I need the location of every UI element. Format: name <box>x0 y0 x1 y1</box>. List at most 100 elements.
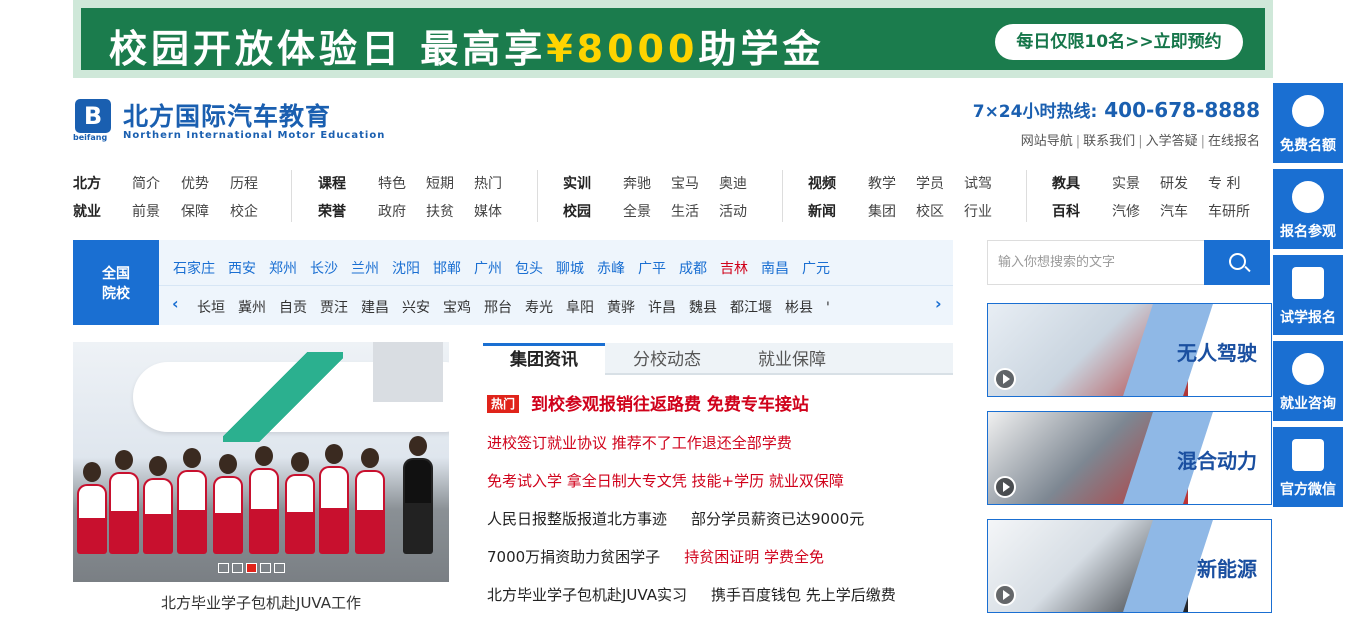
city-link[interactable]: 自贡 <box>279 300 307 316</box>
city-link[interactable]: 聊城 <box>556 261 584 277</box>
nav-item[interactable]: 热门 <box>474 176 502 192</box>
nav-item[interactable]: 集团 <box>868 204 916 220</box>
city-link[interactable]: 石家庄 <box>173 261 215 277</box>
news-item-tail[interactable]: 持贫困证明 学费全免 <box>684 548 824 566</box>
photo-caption[interactable]: 北方毕业学子包机赴JUVA工作 <box>73 592 449 613</box>
nav-item[interactable]: 实景 <box>1112 176 1160 192</box>
city-link[interactable]: 贾汪 <box>320 300 348 316</box>
feature-card-new-energy[interactable]: 新能源 <box>987 519 1272 613</box>
nav-item[interactable]: 奥迪 <box>719 176 747 192</box>
nav-item[interactable]: 媒体 <box>474 204 502 220</box>
search-button[interactable] <box>1204 240 1270 285</box>
news-item-tail[interactable]: 部分学员薪资已达9000元 <box>691 510 864 528</box>
city-link[interactable]: 建昌 <box>361 300 389 316</box>
nav-item[interactable]: 扶贫 <box>426 204 474 220</box>
news-item[interactable]: 7000万捐资助力贫困学子 持贫困证明 学费全免 <box>487 546 957 584</box>
nav-item[interactable]: 车研所 <box>1208 204 1250 220</box>
nav-item[interactable]: 特色 <box>378 176 426 192</box>
city-link[interactable]: 广元 <box>802 261 830 277</box>
nav-item[interactable]: 校区 <box>916 204 964 220</box>
tab-group-news[interactable]: 集团资讯 <box>483 343 605 375</box>
chevron-left-icon[interactable]: ‹ <box>172 294 179 313</box>
nav-head[interactable]: 就业 <box>73 204 132 220</box>
search-input[interactable]: 输入你想搜索的文字 <box>987 240 1204 285</box>
nav-item[interactable]: 行业 <box>964 204 992 220</box>
nav-item[interactable]: 简介 <box>132 176 181 192</box>
play-icon[interactable] <box>994 368 1016 390</box>
city-link[interactable]: 阜阳 <box>566 300 594 316</box>
city-link[interactable]: 邯郸 <box>433 261 461 277</box>
sidebar-free-quota-button[interactable]: 免费名额 <box>1273 83 1343 163</box>
nav-head[interactable]: 荣誉 <box>318 204 378 220</box>
nav-head[interactable]: 新闻 <box>808 204 868 220</box>
city-link[interactable]: 都江堰 <box>730 300 772 316</box>
city-link[interactable]: 郑州 <box>269 261 297 277</box>
sidebar-visit-button[interactable]: 报名参观 <box>1273 169 1343 249</box>
news-item[interactable]: 免考试入学 拿全日制大专文凭 技能+学历 就业双保障 <box>487 470 957 508</box>
nav-item[interactable]: 保障 <box>181 204 230 220</box>
news-item-tail[interactable]: 携手百度钱包 先上学后缴费 <box>711 586 896 604</box>
carousel-dot[interactable] <box>218 563 229 573</box>
toplink-contact[interactable]: 联系我们 <box>1083 134 1135 149</box>
carousel-dot[interactable] <box>232 563 243 573</box>
feature-card-hybrid[interactable]: 混合动力 <box>987 411 1272 505</box>
nav-head[interactable]: 实训 <box>563 176 623 192</box>
nav-item[interactable]: 历程 <box>230 176 258 192</box>
nav-item[interactable]: 前景 <box>132 204 181 220</box>
nav-item[interactable]: 校企 <box>230 204 258 220</box>
nav-item[interactable]: 专 利 <box>1208 176 1240 192</box>
hotline-number[interactable]: 400-678-8888 <box>1104 98 1260 122</box>
city-link[interactable]: 黄骅 <box>607 300 635 316</box>
city-link[interactable]: 广平 <box>638 261 666 277</box>
tab-branch-news[interactable]: 分校动态 <box>633 343 701 375</box>
city-link[interactable]: 长沙 <box>310 261 338 277</box>
news-item[interactable]: 北方毕业学子包机赴JUVA实习 携手百度钱包 先上学后缴费 <box>487 584 957 620</box>
city-link[interactable]: 兴安 <box>402 300 430 316</box>
city-link[interactable]: 赤峰 <box>597 261 625 277</box>
nav-item[interactable]: 奔驰 <box>623 176 671 192</box>
city-link[interactable]: 长垣 <box>197 300 225 316</box>
feature-card-autonomous[interactable]: 无人驾驶 <box>987 303 1272 397</box>
nav-item[interactable]: 活动 <box>719 204 747 220</box>
news-item[interactable]: 进校签订就业协议 推荐不了工作退还全部学费 <box>487 432 957 470</box>
promo-banner[interactable]: 校园开放体验日 最高享¥8000助学金 每日仅限10名>>立即预约 <box>73 0 1273 78</box>
city-link[interactable]: 广州 <box>474 261 502 277</box>
city-link[interactable]: 吉林 <box>720 261 748 277</box>
nav-item[interactable]: 全景 <box>623 204 671 220</box>
nav-item[interactable]: 短期 <box>426 176 474 192</box>
nav-head[interactable]: 课程 <box>318 176 378 192</box>
city-link[interactable]: 兰州 <box>351 261 379 277</box>
sidebar-wechat-button[interactable]: 官方微信 <box>1273 427 1343 507</box>
tab-employment[interactable]: 就业保障 <box>758 343 826 375</box>
city-link[interactable]: 西安 <box>228 261 256 277</box>
city-link[interactable]: 成都 <box>679 261 707 277</box>
city-link[interactable]: ' <box>826 300 830 316</box>
site-logo[interactable]: B beifang 北方国际汽车教育 Northern Internationa… <box>73 97 384 145</box>
sidebar-trial-button[interactable]: 试学报名 <box>1273 255 1343 335</box>
city-link[interactable]: 包头 <box>515 261 543 277</box>
city-link[interactable]: 南昌 <box>761 261 789 277</box>
toplink-apply[interactable]: 在线报名 <box>1208 134 1260 149</box>
nav-item[interactable]: 生活 <box>671 204 719 220</box>
nav-item[interactable]: 汽车 <box>1160 204 1208 220</box>
play-icon[interactable] <box>994 584 1016 606</box>
nav-item[interactable]: 优势 <box>181 176 230 192</box>
toplink-faq[interactable]: 入学答疑 <box>1146 134 1198 149</box>
city-link[interactable]: 沈阳 <box>392 261 420 277</box>
city-link[interactable]: 寿光 <box>525 300 553 316</box>
nav-head[interactable]: 视频 <box>808 176 868 192</box>
carousel-dot[interactable] <box>274 563 285 573</box>
nav-head[interactable]: 教具 <box>1052 176 1112 192</box>
nav-head[interactable]: 百科 <box>1052 204 1112 220</box>
nav-item[interactable]: 教学 <box>868 176 916 192</box>
city-link[interactable]: 冀州 <box>238 300 266 316</box>
chevron-right-icon[interactable]: › <box>935 294 942 313</box>
news-headline[interactable]: 热门 到校参观报销往返路费 免费专车接站 <box>487 394 957 432</box>
nav-item[interactable]: 试驾 <box>964 176 992 192</box>
nav-item[interactable]: 汽修 <box>1112 204 1160 220</box>
play-icon[interactable] <box>994 476 1016 498</box>
city-link[interactable]: 彬县 <box>785 300 813 316</box>
banner-booking-button[interactable]: 每日仅限10名>>立即预约 <box>995 24 1243 60</box>
photo-carousel[interactable] <box>73 342 449 582</box>
toplink-sitemap[interactable]: 网站导航 <box>1021 134 1073 149</box>
